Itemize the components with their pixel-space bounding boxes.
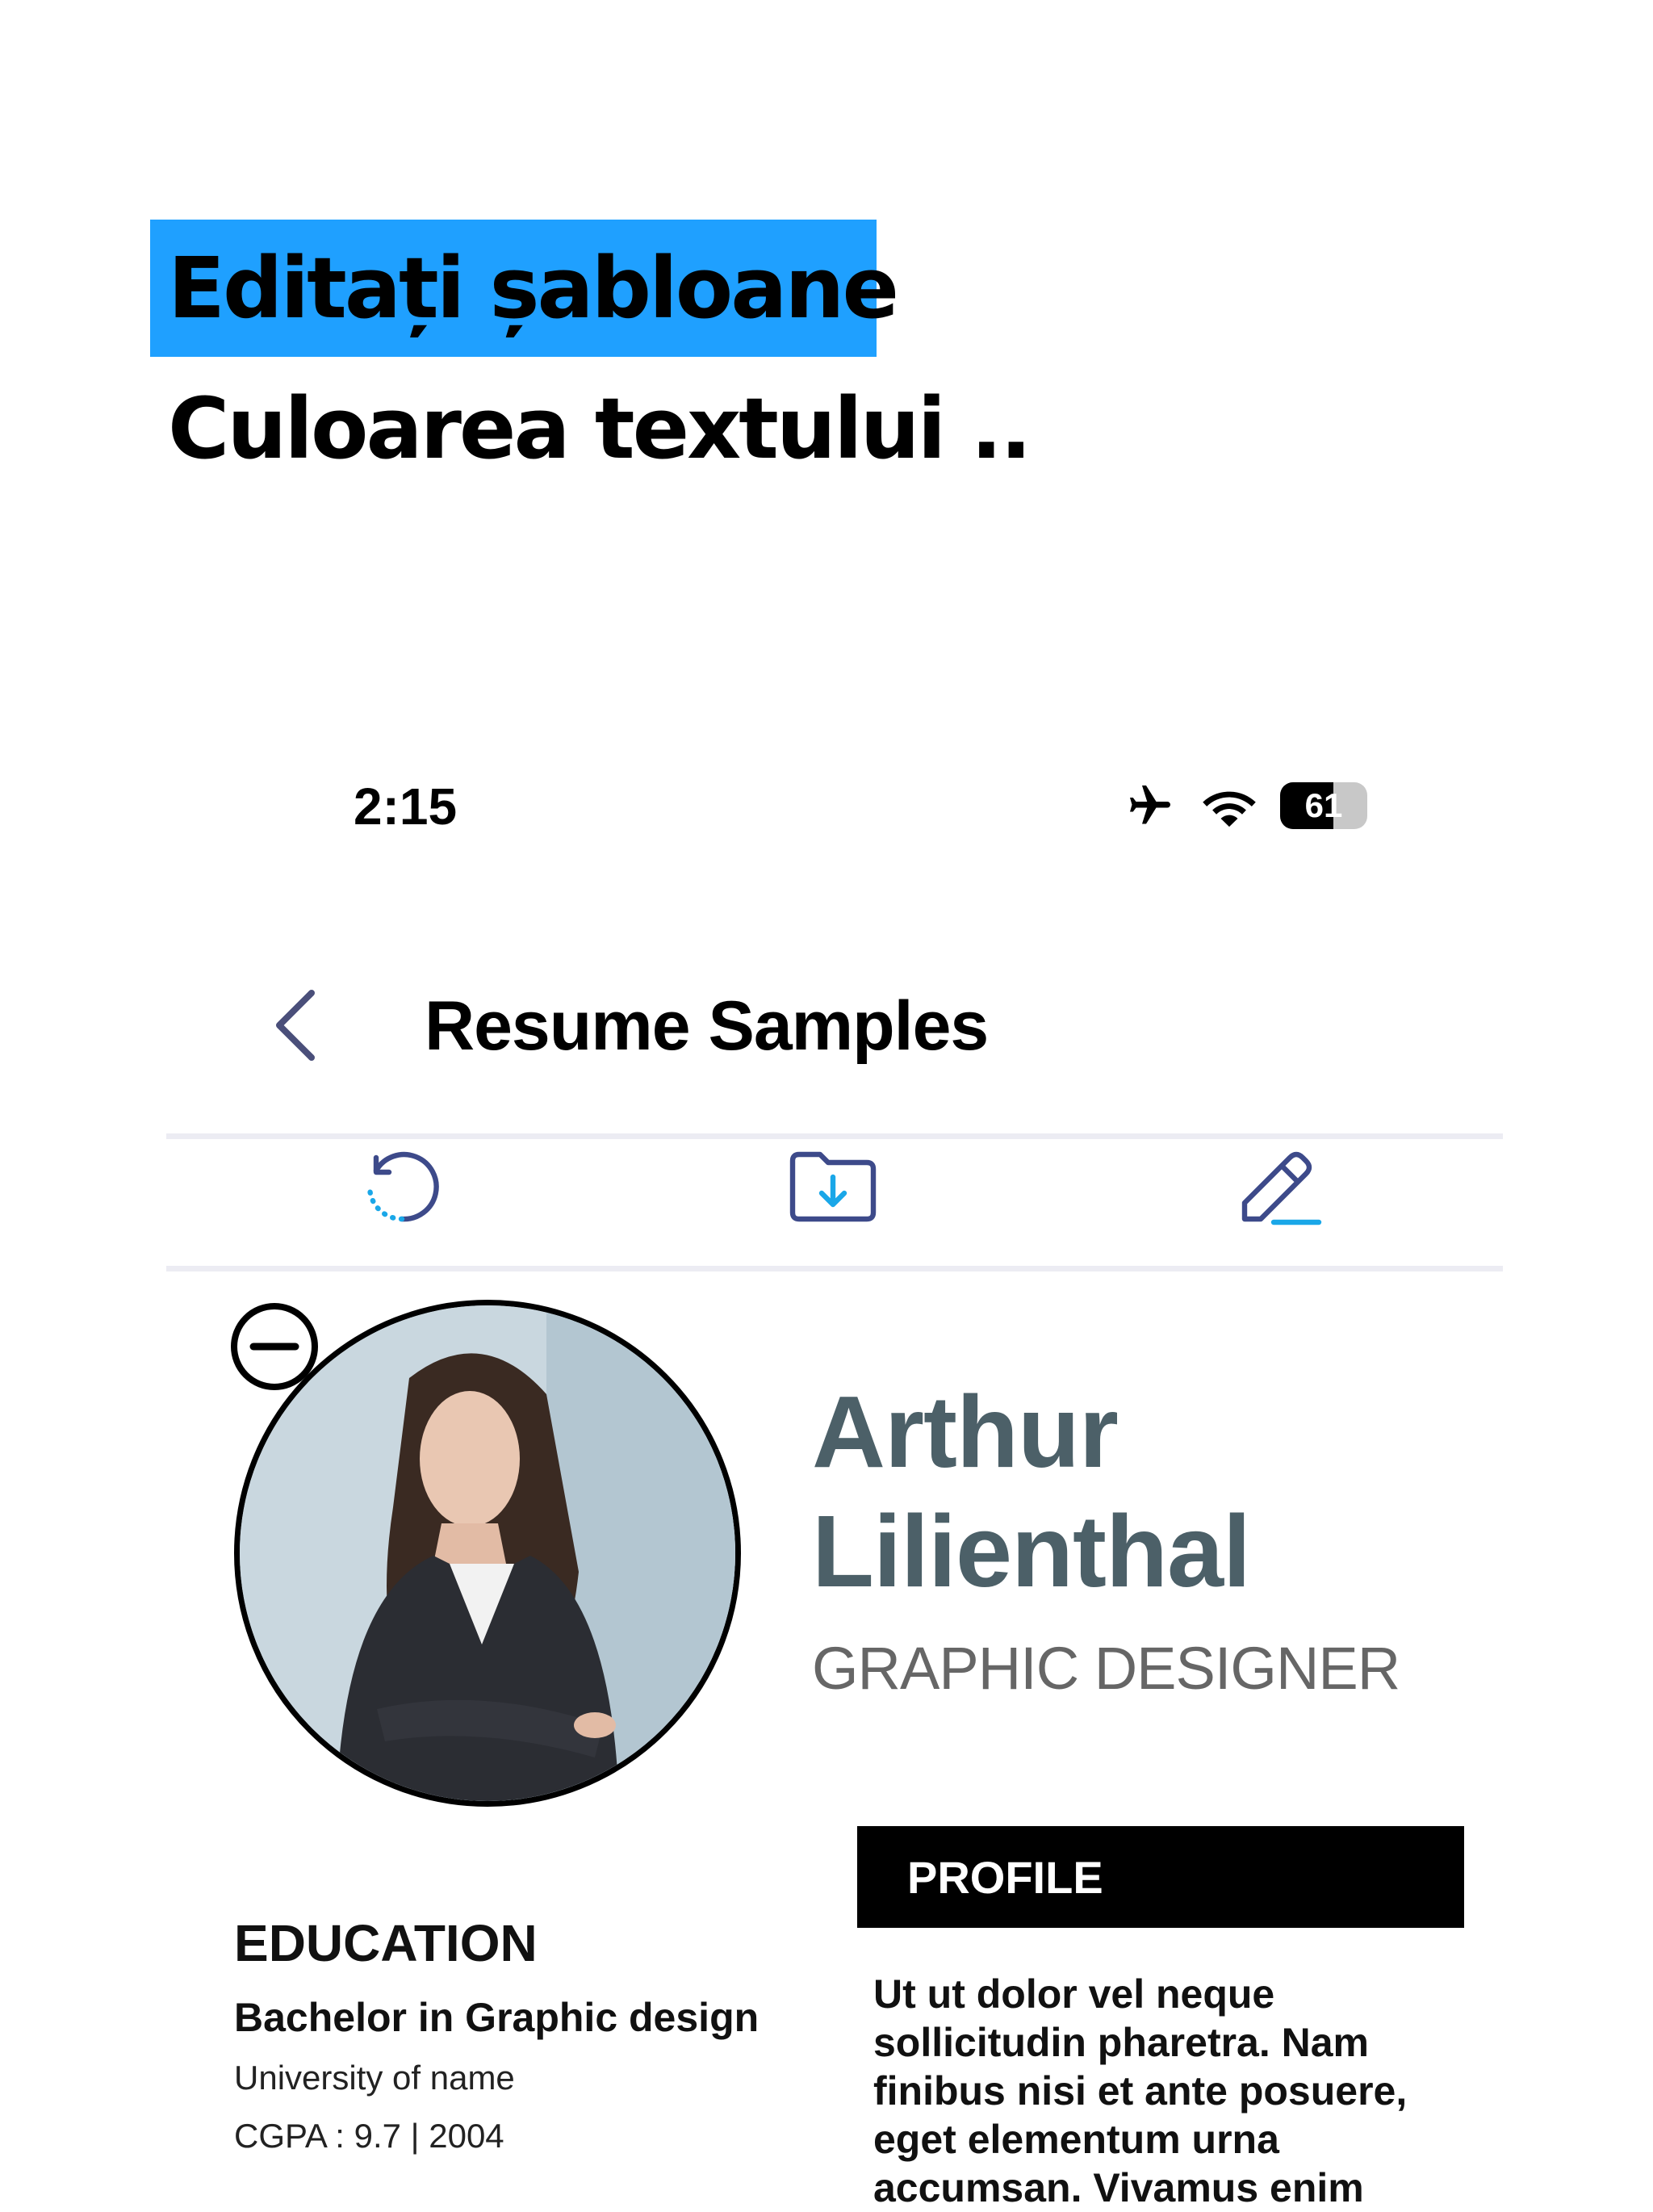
remove-photo-button[interactable] [229, 1301, 320, 1392]
toolbar-divider [166, 1266, 1503, 1271]
promo-subtitle: Culoarea textului .. [168, 379, 1032, 478]
profile-section-header[interactable]: PROFILE [857, 1826, 1464, 1928]
reset-button[interactable] [354, 1138, 450, 1235]
chevron-left-icon [276, 990, 315, 1061]
battery-percent: 61 [1304, 786, 1343, 824]
edit-pencil-icon [1241, 1151, 1322, 1225]
promo-title: Editați șabloane [150, 220, 899, 357]
edit-button[interactable] [1228, 1138, 1325, 1235]
battery-icon: 61 [1280, 782, 1367, 829]
back-button[interactable] [263, 985, 328, 1066]
minus-circle-icon [231, 1303, 318, 1390]
status-time: 2:15 [354, 777, 458, 836]
education-degree[interactable]: Bachelor in Graphic design [234, 1994, 759, 2041]
resume-role[interactable]: GRAPHIC DESIGNER [812, 1634, 1400, 1703]
education-cgpa[interactable]: CGPA : 9.7 | 2004 [234, 2117, 504, 2155]
download-folder-icon [789, 1151, 877, 1222]
page-title: Resume Samples [425, 987, 989, 1065]
profile-text[interactable]: Ut ut dolor vel neque sollicitudin phare… [873, 1970, 1487, 2212]
reset-icon [366, 1151, 439, 1222]
education-school[interactable]: University of name [234, 2059, 515, 2097]
airplane-icon [1130, 786, 1170, 824]
wifi-icon [1203, 791, 1256, 827]
status-icons: 61 [1122, 781, 1367, 830]
education-section-header[interactable]: EDUCATION [234, 1913, 538, 1973]
save-to-folder-button[interactable] [785, 1138, 881, 1235]
resume-name[interactable]: Arthur Lilienthal [812, 1372, 1251, 1611]
